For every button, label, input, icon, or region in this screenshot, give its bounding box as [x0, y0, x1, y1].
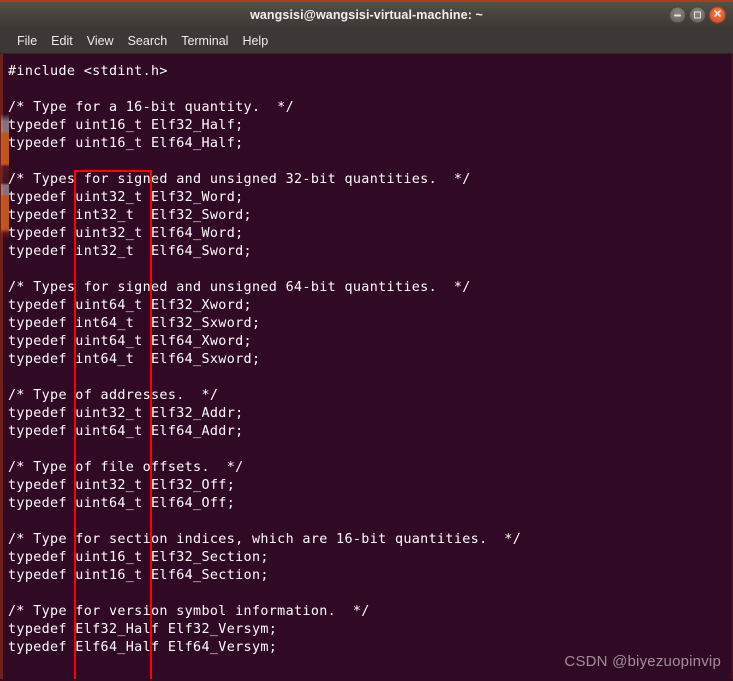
- terminal-line: typedef uint32_t Elf64_Word;: [8, 226, 244, 241]
- terminal-line: typedef uint32_t Elf32_Off;: [8, 478, 236, 493]
- terminal-line: typedef uint64_t Elf64_Addr;: [8, 424, 244, 439]
- close-icon: ✕: [712, 8, 723, 20]
- minimize-icon: [674, 14, 681, 16]
- scrollbar[interactable]: [1, 114, 9, 239]
- terminal-line: typedef uint64_t Elf64_Off;: [8, 496, 236, 511]
- title-bar[interactable]: wangsisi@wangsisi-virtual-machine: ~ ✕: [0, 0, 733, 28]
- terminal-line: /* Type for version symbol information. …: [8, 604, 370, 619]
- menu-bar: File Edit View Search Terminal Help: [0, 28, 733, 54]
- terminal-line: typedef uint16_t Elf64_Half;: [8, 136, 244, 151]
- menu-item-terminal[interactable]: Terminal: [174, 32, 235, 50]
- terminal-line: typedef uint32_t Elf32_Word;: [8, 190, 244, 205]
- terminal-line: typedef uint32_t Elf32_Addr;: [8, 406, 244, 421]
- terminal-line: /* Type for section indices, which are 1…: [8, 532, 522, 547]
- terminal-line: typedef int64_t Elf64_Sxword;: [8, 352, 261, 367]
- terminal-line: /* Type for a 16-bit quantity. */: [8, 100, 295, 115]
- terminal-content-area[interactable]: #include <stdint.h> /* Type for a 16-bit …: [0, 54, 733, 679]
- close-button[interactable]: ✕: [709, 6, 726, 24]
- terminal-text-output: #include <stdint.h> /* Type for a 16-bit …: [8, 63, 733, 657]
- maximize-button[interactable]: [689, 6, 706, 24]
- menu-item-edit[interactable]: Edit: [44, 32, 80, 50]
- terminal-line: typedef int32_t Elf64_Sword;: [8, 244, 252, 259]
- terminal-line: /* Type of addresses. */: [8, 388, 219, 403]
- terminal-line: typedef int64_t Elf32_Sxword;: [8, 316, 261, 331]
- window-controls: ✕: [669, 6, 726, 24]
- minimize-button[interactable]: [669, 6, 686, 24]
- terminal-line: typedef uint16_t Elf64_Section;: [8, 568, 269, 583]
- terminal-line: typedef Elf32_Half Elf32_Versym;: [8, 622, 278, 637]
- terminal-line: /* Type of file offsets. */: [8, 460, 244, 475]
- maximize-icon: [694, 11, 701, 19]
- watermark-label: CSDN @biyezuopinvip: [564, 653, 721, 670]
- terminal-line: /* Types for signed and unsigned 64-bit …: [8, 280, 471, 295]
- terminal-line: /* Types for signed and unsigned 32-bit …: [8, 172, 471, 187]
- terminal-window: wangsisi@wangsisi-virtual-machine: ~ ✕ F…: [0, 0, 733, 681]
- terminal-line: typedef uint64_t Elf32_Xword;: [8, 298, 252, 313]
- menu-item-view[interactable]: View: [80, 32, 121, 50]
- terminal-line: #include <stdint.h>: [8, 64, 168, 79]
- terminal-line: typedef uint16_t Elf32_Section;: [8, 550, 269, 565]
- menu-item-help[interactable]: Help: [235, 32, 275, 50]
- menu-item-file[interactable]: File: [10, 32, 44, 50]
- terminal-line: typedef uint16_t Elf32_Half;: [8, 118, 244, 133]
- menu-item-search[interactable]: Search: [121, 32, 175, 50]
- terminal-line: typedef uint64_t Elf64_Xword;: [8, 334, 252, 349]
- window-title: wangsisi@wangsisi-virtual-machine: ~: [250, 8, 483, 22]
- terminal-line: typedef int32_t Elf32_Sword;: [8, 208, 252, 223]
